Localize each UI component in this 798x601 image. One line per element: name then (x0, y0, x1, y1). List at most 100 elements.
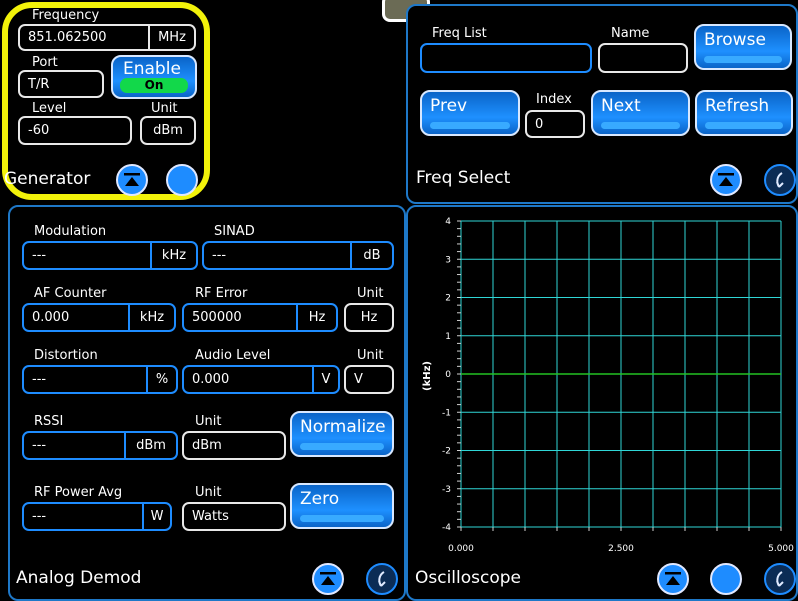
collapse-icon (320, 572, 336, 585)
frequency-field[interactable]: 851.062500 MHz (18, 24, 196, 51)
rf-error-unit-select-value: Hz (360, 310, 378, 325)
y-tick-label: 3 (445, 255, 451, 265)
y-tick-label: 2 (445, 294, 451, 304)
generator-collapse-button[interactable] (116, 164, 148, 196)
rf-power-avg-unit: W (142, 504, 170, 529)
y-tick-label: 0 (445, 370, 451, 380)
rssi-label: RSSI (34, 414, 64, 429)
index-label: Index (536, 92, 572, 107)
af-counter-label: AF Counter (34, 286, 107, 301)
sinad-label: SINAD (214, 224, 255, 239)
refresh-button[interactable]: Refresh (695, 90, 793, 136)
pin-icon (776, 571, 784, 587)
sinad-unit: dB (350, 243, 392, 268)
browse-button[interactable]: Browse (694, 24, 792, 70)
unit-select[interactable]: dBm (140, 116, 196, 145)
level-value: -60 (28, 123, 50, 138)
rf-error-label: RF Error (195, 286, 248, 301)
next-label: Next (601, 96, 641, 116)
rf-power-unit-select[interactable]: Watts (182, 502, 286, 531)
normalize-label: Normalize (300, 417, 386, 437)
af-counter-unit: kHz (128, 305, 174, 330)
oscilloscope-title: Oscilloscope (415, 568, 522, 588)
y-tick-label: -4 (442, 523, 451, 533)
frequency-label: Frequency (32, 8, 100, 23)
rf-power-avg-value: --- (32, 509, 47, 524)
prev-button-highlight (430, 122, 510, 129)
x-tick-label: 2.500 (608, 544, 634, 554)
rf-power-avg-label: RF Power Avg (34, 485, 123, 500)
zero-button-highlight (300, 515, 384, 522)
rf-error-field[interactable]: 500000 Hz (182, 303, 338, 332)
index-field[interactable]: 0 (525, 110, 585, 138)
port-value: T/R (28, 76, 50, 92)
pin-icon (378, 571, 386, 587)
modulation-label: Modulation (34, 224, 107, 239)
modulation-unit: kHz (150, 243, 196, 268)
level-label: Level (32, 101, 67, 116)
rf-power-avg-field[interactable]: --- W (22, 502, 172, 531)
freq-select-title: Freq Select (416, 168, 511, 188)
y-tick-label: 4 (445, 217, 451, 227)
rssi-unit-label: Unit (195, 414, 222, 429)
audio-unit-select-value: V (354, 372, 363, 387)
collapse-icon (124, 173, 140, 186)
modulation-value: --- (32, 248, 47, 263)
freq-select-collapse-button[interactable] (710, 164, 742, 196)
rssi-unit-select-value: dBm (192, 438, 222, 453)
frequency-unit: MHz (148, 26, 194, 49)
port-select[interactable]: T/R (18, 70, 104, 98)
audio-level-field[interactable]: 0.000 V (182, 365, 340, 394)
y-axis-label: (kHz) (422, 361, 433, 391)
af-counter-field[interactable]: 0.000 kHz (22, 303, 176, 332)
generator-title: Generator (4, 169, 91, 189)
rssi-unit-select[interactable]: dBm (182, 431, 286, 460)
rf-error-unit-select[interactable]: Hz (344, 303, 394, 332)
rf-power-unit-select-value: Watts (192, 509, 229, 524)
rf-error-unit: Hz (296, 305, 336, 330)
index-value: 0 (535, 116, 544, 132)
enable-label: Enable (123, 59, 181, 79)
level-field[interactable]: -60 (18, 116, 132, 145)
rf-error-unit-label: Unit (357, 286, 384, 301)
zero-button[interactable]: Zero (290, 483, 394, 529)
next-button-highlight (601, 122, 680, 129)
next-button[interactable]: Next (591, 90, 690, 136)
browse-button-highlight (704, 56, 782, 63)
prev-button[interactable]: Prev (420, 90, 520, 136)
x-tick-label: 5.000 (768, 544, 794, 554)
normalize-button[interactable]: Normalize (290, 411, 394, 457)
y-tick-label: -2 (442, 447, 451, 457)
refresh-button-highlight (705, 122, 783, 129)
oscilloscope-pin-button[interactable] (764, 563, 796, 595)
distortion-value: --- (32, 372, 47, 387)
collapse-icon (718, 173, 734, 186)
y-tick-label: -3 (442, 485, 451, 495)
analog-demod-pin-button[interactable] (366, 563, 398, 595)
audio-unit-select[interactable]: V (344, 365, 394, 394)
y-tick-label: -1 (442, 408, 451, 418)
sinad-field[interactable]: --- dB (202, 241, 394, 270)
port-label: Port (32, 55, 58, 70)
modulation-field[interactable]: --- kHz (22, 241, 198, 270)
distortion-label: Distortion (34, 348, 98, 363)
oscilloscope-collapse-button[interactable] (657, 563, 689, 595)
analog-demod-collapse-button[interactable] (312, 563, 344, 595)
frequency-value: 851.062500 (28, 30, 107, 45)
generator-status-button[interactable] (166, 164, 198, 196)
y-tick-label: 1 (445, 332, 451, 342)
refresh-label: Refresh (705, 96, 770, 116)
enable-toggle[interactable]: On (120, 78, 188, 93)
oscilloscope-status-button[interactable] (710, 563, 742, 595)
freq-list-field[interactable] (420, 43, 592, 73)
audio-level-unit: V (312, 367, 338, 392)
rssi-unit: dBm (124, 433, 176, 458)
name-field[interactable] (598, 43, 688, 73)
af-counter-value: 0.000 (32, 310, 70, 325)
zero-label: Zero (300, 489, 340, 509)
freq-select-pin-button[interactable] (764, 164, 796, 196)
rssi-field[interactable]: --- dBm (22, 431, 178, 460)
x-tick-label: 0.000 (448, 544, 474, 554)
distortion-field[interactable]: --- % (22, 365, 178, 394)
rf-power-unit-label: Unit (195, 485, 222, 500)
